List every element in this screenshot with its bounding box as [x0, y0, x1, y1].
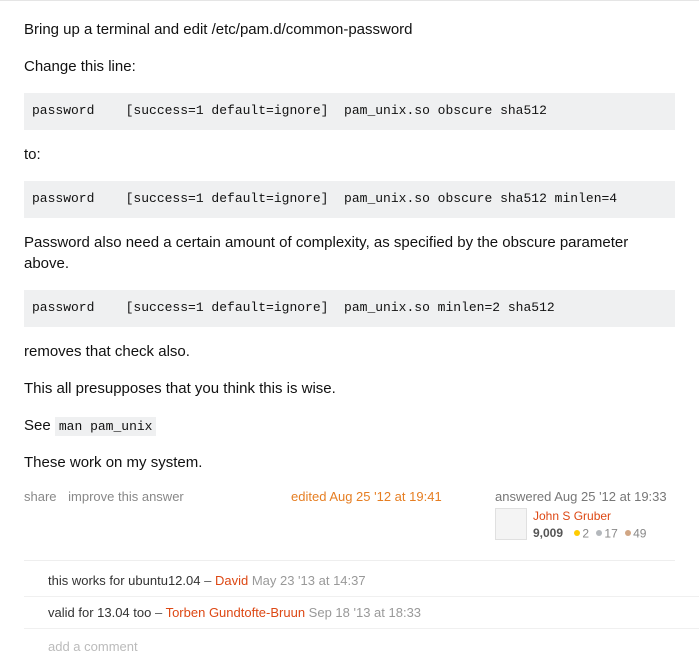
comment-author-link[interactable]: Torben Gundtofte-Bruun — [166, 605, 305, 620]
para-change-line: Change this line: — [24, 56, 675, 77]
para-works: These work on my system. — [24, 452, 675, 473]
username-link[interactable]: John S Gruber — [533, 508, 646, 525]
gold-count: 2 — [582, 526, 589, 540]
comment-dash: – — [200, 573, 214, 588]
comment-text: this works for ubuntu12.04 — [48, 573, 200, 588]
bronze-count: 49 — [633, 526, 646, 540]
para-wise: This all presupposes that you think this… — [24, 378, 675, 399]
avatar[interactable] — [495, 508, 527, 540]
user-details: John S Gruber 9,009 2 17 49 — [533, 508, 646, 542]
bronze-badge-icon — [625, 530, 631, 536]
answer-container: Bring up a terminal and edit /etc/pam.d/… — [0, 1, 699, 561]
comment-item: valid for 13.04 too – Torben Gundtofte-B… — [24, 597, 699, 629]
comment-time: May 23 '13 at 14:37 — [248, 573, 365, 588]
comment-author-link[interactable]: David — [215, 573, 248, 588]
para-to: to: — [24, 144, 675, 165]
comments-list: this works for ubuntu12.04 – David May 2… — [0, 561, 699, 654]
author-signature: answered Aug 25 '12 at 19:33 John S Grub… — [495, 489, 675, 542]
comment-dash: – — [151, 605, 165, 620]
signatures: edited Aug 25 '12 at 19:41 answered Aug … — [291, 489, 675, 542]
comment-item: this works for ubuntu12.04 – David May 2… — [24, 565, 699, 597]
code-block-minlen4: password [success=1 default=ignore] pam_… — [24, 181, 675, 218]
answered-time: answered Aug 25 '12 at 19:33 — [495, 489, 675, 504]
share-link[interactable]: share — [24, 489, 57, 504]
user-row: John S Gruber 9,009 2 17 49 — [495, 508, 675, 542]
reputation: 9,009 — [533, 526, 563, 540]
add-comment-link[interactable]: add a comment — [24, 629, 699, 654]
para-see: See man pam_unix — [24, 415, 675, 436]
gold-badge-icon — [574, 530, 580, 536]
badges-row: 9,009 2 17 49 — [533, 525, 646, 542]
post-menu: share improve this answer edited Aug 25 … — [24, 489, 675, 542]
inline-code-man: man pam_unix — [55, 417, 157, 436]
edited-time[interactable]: edited Aug 25 '12 at 19:41 — [291, 489, 471, 504]
para-intro: Bring up a terminal and edit /etc/pam.d/… — [24, 19, 675, 40]
post-text: Bring up a terminal and edit /etc/pam.d/… — [24, 19, 675, 473]
code-block-original: password [success=1 default=ignore] pam_… — [24, 93, 675, 130]
see-label: See — [24, 417, 55, 434]
para-removes: removes that check also. — [24, 341, 675, 362]
silver-badge-icon — [596, 530, 602, 536]
comment-time: Sep 18 '13 at 18:33 — [305, 605, 421, 620]
silver-count: 17 — [604, 526, 617, 540]
improve-link[interactable]: improve this answer — [68, 489, 184, 504]
code-block-minlen2: password [success=1 default=ignore] pam_… — [24, 290, 675, 327]
menu-links: share improve this answer — [24, 489, 192, 504]
para-complexity: Password also need a certain amount of c… — [24, 232, 675, 274]
edit-signature: edited Aug 25 '12 at 19:41 — [291, 489, 471, 542]
comment-text: valid for 13.04 too — [48, 605, 151, 620]
